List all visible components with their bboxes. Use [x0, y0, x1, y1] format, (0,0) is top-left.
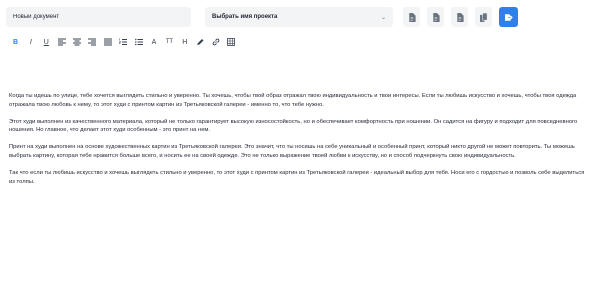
align-center-icon	[73, 38, 82, 46]
bullet-list-button[interactable]	[133, 37, 144, 47]
align-right-icon	[88, 38, 97, 46]
formatting-toolbar: B I U A TT H	[10, 37, 241, 47]
align-center-button[interactable]	[72, 37, 83, 47]
paragraph: Этот худи выполнен из качественного мате…	[9, 118, 578, 134]
align-left-button[interactable]	[56, 37, 67, 47]
underline-button[interactable]: U	[41, 37, 52, 47]
send-document-icon	[504, 13, 513, 21]
ordered-list-button[interactable]	[118, 37, 129, 47]
top-bar: Выбрать имя проекта ⌄	[6, 7, 594, 27]
text-height-button[interactable]: TT	[164, 37, 175, 47]
copy-button[interactable]	[475, 7, 492, 27]
bold-button[interactable]: B	[10, 37, 21, 47]
document-icon	[408, 12, 416, 22]
document-icon	[456, 12, 464, 22]
send-document-button[interactable]	[499, 7, 518, 27]
table-icon	[227, 38, 235, 46]
project-select-label: Выбрать имя проекта	[212, 14, 278, 20]
align-justify-button[interactable]	[102, 37, 113, 47]
italic-button[interactable]: I	[25, 37, 36, 47]
ordered-list-icon	[119, 38, 128, 45]
paragraph: Так что если ты любишь искусство и хочеш…	[9, 170, 585, 185]
export-doc-button-1[interactable]	[403, 7, 420, 27]
document-icon	[432, 12, 440, 22]
document-name-input[interactable]	[6, 7, 191, 27]
highlight-button[interactable]	[195, 37, 206, 47]
export-doc-button-3[interactable]	[451, 7, 468, 27]
copy-icon	[479, 12, 487, 22]
align-right-button[interactable]	[87, 37, 98, 47]
link-button[interactable]	[210, 37, 221, 47]
editor-content[interactable]: Когда ты идешь по улице, тебе хочется вы…	[9, 92, 591, 195]
highlight-icon	[197, 39, 204, 45]
project-select[interactable]: Выбрать имя проекта ⌄	[205, 7, 393, 27]
paragraph: Принт на худи выполнен на основе художес…	[9, 144, 575, 159]
link-icon	[212, 38, 219, 46]
font-size-button[interactable]: A	[149, 37, 160, 47]
table-button[interactable]	[225, 37, 236, 47]
bullet-list-icon	[134, 38, 143, 46]
export-doc-button-2[interactable]	[427, 7, 444, 27]
align-left-icon	[57, 38, 66, 46]
chevron-down-icon: ⌄	[380, 14, 386, 21]
heading-button[interactable]: H	[179, 37, 190, 47]
paragraph: Когда ты идешь по улице, тебе хочется вы…	[9, 93, 577, 108]
align-justify-icon	[103, 38, 112, 46]
